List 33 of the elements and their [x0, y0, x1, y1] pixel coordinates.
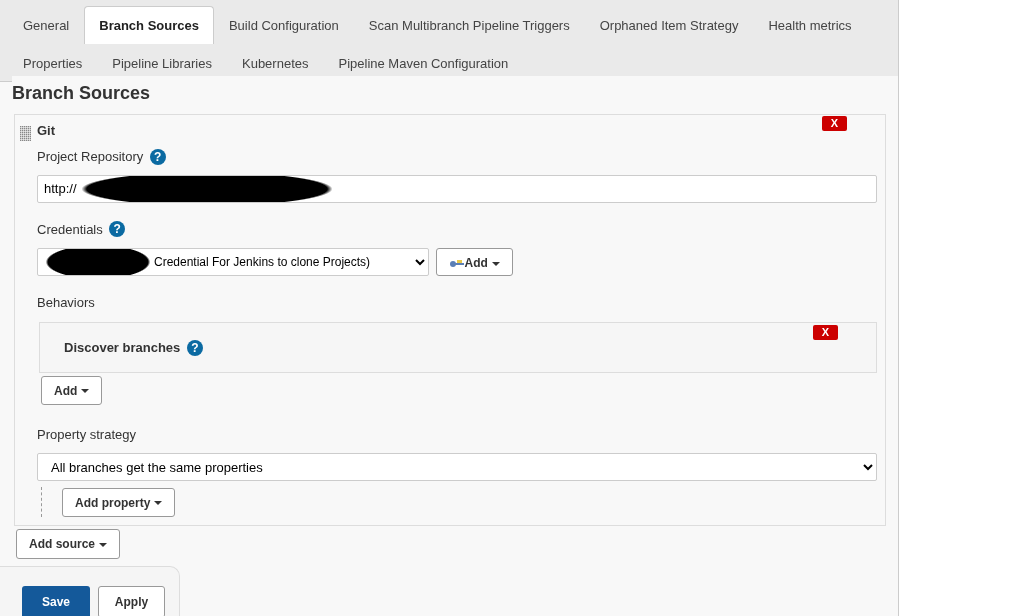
- tab[interactable]: Orphaned Item Strategy: [584, 6, 754, 44]
- tab[interactable]: Health metrics: [753, 6, 867, 44]
- section-heading: Branch Sources: [12, 76, 898, 102]
- field-label: Project Repository: [37, 148, 144, 166]
- behavior-title: Discover branches: [64, 338, 181, 357]
- delete-button[interactable]: X: [812, 324, 838, 340]
- add-credentials-button[interactable]: Add: [435, 248, 513, 276]
- apply-button[interactable]: Apply: [98, 586, 165, 616]
- source-title: Git: [37, 122, 56, 140]
- field-label: Behaviors: [37, 294, 95, 312]
- save-button[interactable]: Save: [22, 586, 90, 616]
- field-label: Property strategy: [37, 425, 136, 444]
- tab[interactable]: Branch Sources: [84, 6, 214, 44]
- key-icon: [448, 259, 465, 268]
- url-field[interactable]: http://: [37, 174, 877, 203]
- help-icon[interactable]: ?: [186, 340, 203, 357]
- tab[interactable]: Build Configuration: [213, 6, 354, 44]
- caret-icon: [491, 261, 500, 266]
- tab[interactable]: General: [8, 6, 85, 44]
- add-behavior-button[interactable]: Add: [41, 375, 103, 405]
- property-strategy-select[interactable]: All branches get the same properties: [37, 453, 877, 481]
- help-icon[interactable]: ?: [149, 148, 166, 165]
- drag-handle-icon[interactable]: [20, 126, 31, 141]
- caret-icon: [99, 542, 107, 547]
- caret-icon: [154, 501, 163, 506]
- tab[interactable]: Scan Multibranch Pipeline Triggers: [353, 6, 585, 44]
- add-source-button[interactable]: Add source: [16, 529, 120, 559]
- delete-button[interactable]: X: [821, 116, 847, 131]
- caret-icon: [81, 389, 90, 394]
- help-icon[interactable]: ?: [109, 221, 126, 238]
- add-property-button[interactable]: Add property: [62, 487, 176, 517]
- credentials-select[interactable]: Credential For Jenkins to clone Projects): [37, 248, 429, 276]
- field-label: Credentials: [37, 220, 103, 239]
